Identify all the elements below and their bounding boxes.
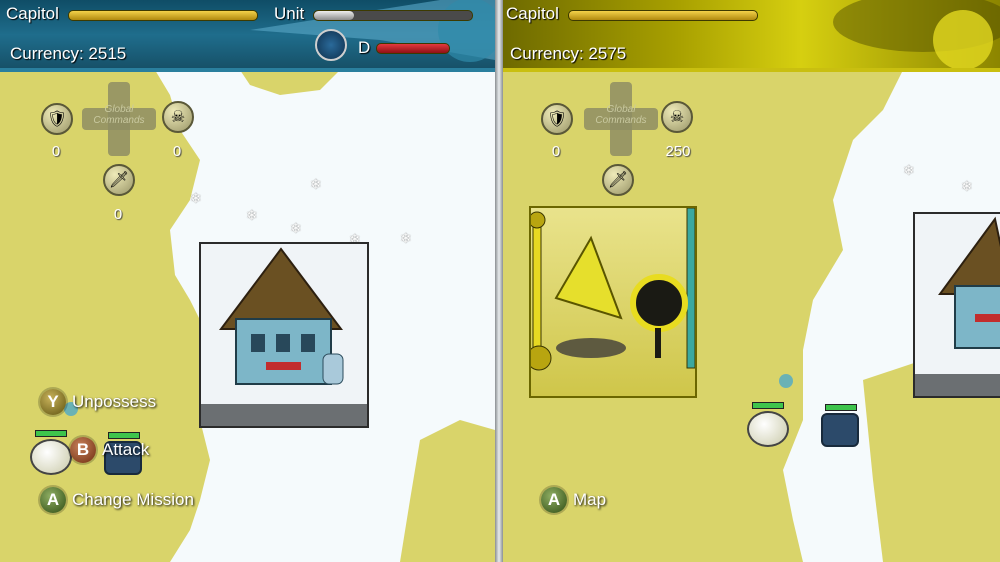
left-player-view: Capitol Unit D Currency: 2515 Global Com… (0, 0, 495, 562)
unit-health-track (313, 10, 473, 21)
attack-label: Attack (102, 440, 150, 459)
skull-icon[interactable]: ☠ (162, 101, 194, 133)
right-hud-border (503, 68, 1000, 72)
b-button-icon: B (70, 437, 96, 463)
shield-count: 0 (51, 143, 61, 160)
defense-bar (376, 43, 450, 54)
capitol-label: Capitol (6, 4, 59, 23)
a-button-icon: A (541, 487, 567, 513)
snowflake-icon: ❄ (190, 190, 202, 206)
snowflake-icon: ❄ (310, 176, 322, 192)
chalet-art (915, 216, 1000, 396)
shield-icon[interactable]: 🛡 (541, 103, 573, 135)
left-land-top (240, 70, 340, 95)
y-button-icon: Y (40, 389, 66, 415)
right-hud: Capitol Currency: 2575 (503, 0, 1000, 70)
unit-health-fill (314, 11, 354, 20)
capitol-health-bar (68, 10, 258, 21)
skull-count: 0 (172, 143, 182, 160)
snowflake-icon: ❄ (246, 207, 258, 223)
defense-label: D (358, 38, 371, 57)
unpossess-label: Unpossess (72, 392, 157, 411)
change-mission-label: Change Mission (72, 490, 194, 509)
skull-icon[interactable]: ☠ (661, 101, 693, 133)
research-building[interactable] (526, 206, 697, 398)
left-hud-border (0, 68, 495, 72)
sword-icon[interactable]: 🗡 (602, 164, 634, 196)
global-commands-label: Global Commands (93, 104, 145, 126)
currency-text: Currency: 2575 (510, 44, 627, 63)
a-button-icon: A (40, 487, 66, 513)
sword-icon[interactable]: 🗡 (103, 164, 135, 196)
currency-text: Currency: 2515 (10, 44, 127, 63)
skull-count: 250 (665, 143, 691, 160)
global-commands-dpad[interactable]: Global Commands (584, 82, 658, 156)
attack-prompt[interactable]: B Attack (70, 436, 149, 464)
snowflake-icon: ❄ (961, 178, 973, 194)
orb-marker (779, 374, 793, 388)
snowflake-icon: ❄ (400, 230, 412, 246)
map-label: Map (573, 490, 607, 509)
chalet-art (201, 247, 367, 426)
sword-count: 0 (113, 206, 123, 223)
player-unit[interactable] (30, 430, 72, 475)
right-player-view: Capitol Currency: 2575 Global Commands 🛡… (503, 0, 1000, 562)
split-screen-divider (495, 0, 503, 562)
map-prompt[interactable]: A Map (541, 486, 606, 514)
snowflake-icon: ❄ (290, 220, 302, 236)
pyramid-magnifier-art (526, 207, 696, 371)
unit-label: Unit (274, 4, 305, 23)
shield-count: 0 (551, 143, 561, 160)
unpossess-prompt[interactable]: Y Unpossess (40, 388, 156, 416)
player-unit[interactable] (747, 402, 789, 447)
capitol-label: Capitol (506, 4, 559, 23)
shield-icon[interactable]: 🛡 (41, 103, 73, 135)
capitol-health-bar (568, 10, 758, 21)
enemy-capitol-building[interactable] (913, 212, 1000, 398)
left-hud: Capitol Unit D Currency: 2515 (0, 0, 495, 70)
capitol-building[interactable] (199, 242, 369, 428)
global-commands-dpad[interactable]: Global Commands (82, 82, 156, 156)
enemy-unit[interactable] (821, 404, 859, 447)
defense-shield-icon (315, 29, 347, 61)
snowflake-icon: ❄ (903, 162, 915, 178)
change-mission-prompt[interactable]: A Change Mission (40, 486, 194, 514)
global-commands-label: Global Commands (595, 104, 647, 126)
left-land-right (400, 420, 495, 562)
